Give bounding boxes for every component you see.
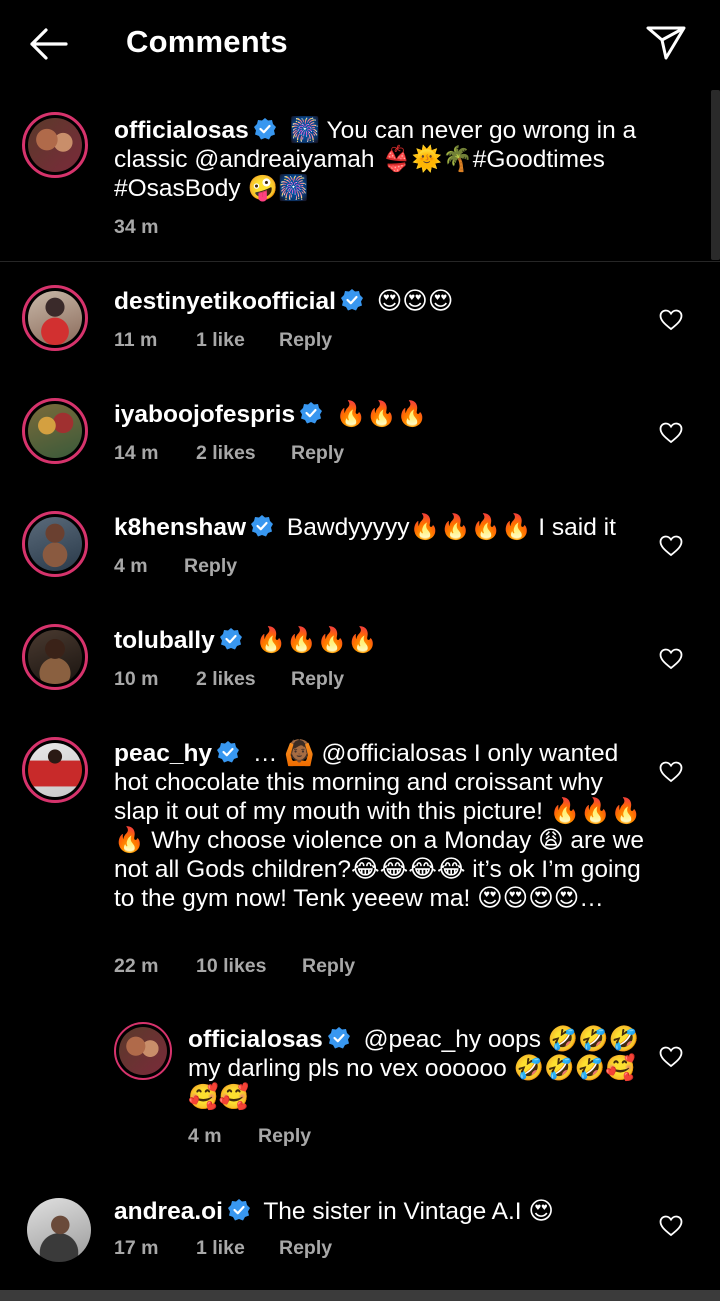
scrollbar[interactable]: [711, 90, 720, 260]
timestamp: 4 m: [188, 1125, 222, 1147]
heart-icon[interactable]: [659, 648, 683, 670]
comment-meta: 4 m Reply: [188, 1125, 311, 1148]
timestamp: 22 m: [114, 955, 159, 977]
avatar[interactable]: [22, 624, 88, 690]
avatar[interactable]: [27, 1198, 91, 1262]
avatar[interactable]: [22, 398, 88, 464]
avatar[interactable]: [22, 737, 88, 803]
caption-meta: 34 m: [114, 216, 158, 239]
verified-badge-icon: [227, 1199, 250, 1221]
reply-button[interactable]: Reply: [291, 442, 344, 465]
verified-badge-icon: [253, 118, 276, 140]
heart-icon[interactable]: [659, 309, 683, 331]
heart-icon[interactable]: [659, 422, 683, 444]
verified-badge-icon: [217, 741, 240, 763]
comment-text: officialosas @peac_hy oops 🤣🤣🤣 my darlin…: [188, 1025, 643, 1112]
username[interactable]: k8henshaw: [114, 514, 246, 541]
reply-button[interactable]: Reply: [291, 668, 344, 691]
comment-body: The sister in Vintage A.I 😍: [263, 1198, 554, 1225]
heart-icon[interactable]: [659, 535, 683, 557]
paper-plane-icon: [646, 26, 686, 60]
comment-text: iyaboojofespris 🔥🔥🔥: [114, 400, 644, 429]
bottom-bar: [0, 1290, 720, 1301]
timestamp: 17 m: [114, 1237, 159, 1259]
username[interactable]: officialosas: [114, 117, 249, 144]
comment-body: 😍😍😍: [376, 288, 454, 315]
heart-icon[interactable]: [659, 761, 683, 783]
divider: [0, 261, 720, 262]
verified-badge-icon: [340, 289, 363, 311]
username[interactable]: tolubally: [114, 627, 215, 654]
comment-meta: 14 m 2 likes Reply: [114, 442, 344, 465]
comment-body: 🔥🔥🔥🔥: [255, 627, 378, 654]
heart-icon[interactable]: [659, 1046, 683, 1068]
back-button[interactable]: [26, 24, 70, 64]
header-bar: Comments: [0, 0, 720, 88]
timestamp: 4 m: [114, 555, 148, 577]
comment-text: k8henshaw Bawdyyyyy🔥🔥🔥🔥 I said it: [114, 513, 644, 542]
verified-badge-icon: [327, 1027, 350, 1049]
comment-body: 🔥🔥🔥: [335, 401, 428, 428]
comment-text: andrea.oi The sister in Vintage A.I 😍: [114, 1197, 644, 1226]
comment-text: peac_hy … 🙆🏾 @officialosas I only wanted…: [114, 739, 644, 913]
avatar[interactable]: [22, 285, 88, 351]
comment-text: tolubally 🔥🔥🔥🔥: [114, 626, 644, 655]
caption-text: officialosas 🎆 You can never go wrong in…: [114, 116, 644, 203]
likes-count[interactable]: 1 like: [196, 1237, 279, 1260]
timestamp: 10 m: [114, 668, 159, 690]
timestamp: 14 m: [114, 442, 159, 464]
timestamp: 34 m: [114, 216, 159, 238]
comment-meta: 11 m 1 like Reply: [114, 329, 332, 352]
username[interactable]: iyaboojofespris: [114, 401, 295, 428]
verified-badge-icon: [219, 628, 242, 650]
reply-button[interactable]: Reply: [279, 1237, 332, 1260]
username[interactable]: peac_hy: [114, 740, 212, 767]
likes-count[interactable]: 2 likes: [196, 442, 291, 465]
reply-button[interactable]: Reply: [184, 555, 237, 578]
comment-text: destinyetikoofficial 😍😍😍: [114, 287, 644, 316]
likes-count[interactable]: 10 likes: [196, 955, 302, 978]
share-button[interactable]: [644, 22, 688, 62]
username[interactable]: destinyetikoofficial: [114, 288, 336, 315]
username[interactable]: officialosas: [188, 1026, 323, 1053]
comment-body: Bawdyyyyy🔥🔥🔥🔥 I said it: [286, 514, 616, 541]
likes-count[interactable]: 1 like: [196, 329, 279, 352]
comment-meta: 17 m 1 like Reply: [114, 1237, 332, 1260]
comment-meta: 10 m 2 likes Reply: [114, 668, 344, 691]
arrow-left-icon: [30, 28, 68, 60]
reply-button[interactable]: Reply: [279, 329, 332, 352]
avatar[interactable]: [22, 511, 88, 577]
likes-count[interactable]: 2 likes: [196, 668, 291, 691]
avatar[interactable]: [114, 1022, 172, 1080]
avatar[interactable]: [22, 112, 88, 178]
comment-meta: 22 m 10 likes Reply: [114, 955, 355, 978]
heart-icon[interactable]: [659, 1215, 683, 1237]
reply-button[interactable]: Reply: [302, 955, 355, 978]
reply-button[interactable]: Reply: [258, 1125, 311, 1148]
verified-badge-icon: [251, 515, 274, 537]
timestamp: 11 m: [114, 329, 158, 351]
comment-meta: 4 m Reply: [114, 555, 237, 578]
page-title: Comments: [126, 24, 288, 59]
username[interactable]: andrea.oi: [114, 1198, 223, 1225]
verified-badge-icon: [300, 402, 323, 424]
